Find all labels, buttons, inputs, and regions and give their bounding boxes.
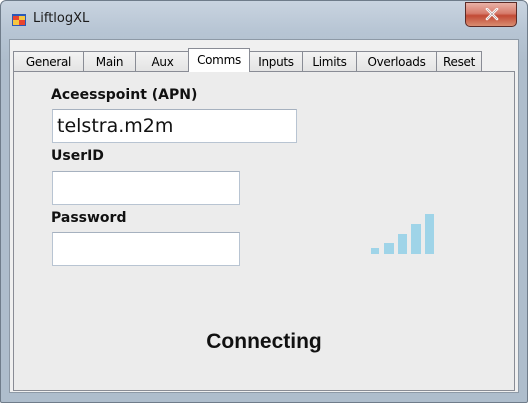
signal-bar xyxy=(425,214,434,254)
app-window: LiftlogXL General Main Aux Comms Inputs … xyxy=(0,0,528,403)
apn-label: Aceesspoint (APN) xyxy=(51,87,198,103)
password-label: Password xyxy=(51,210,127,226)
signal-strength-icon xyxy=(371,214,434,254)
tab-comms[interactable]: Comms xyxy=(188,48,250,72)
window-title: LiftlogXL xyxy=(33,11,90,26)
signal-bar xyxy=(384,243,394,254)
userid-input[interactable] xyxy=(52,171,240,205)
tab-overloads[interactable]: Overloads xyxy=(356,51,436,72)
signal-bar xyxy=(398,234,407,254)
userid-label: UserID xyxy=(51,148,104,164)
password-input[interactable] xyxy=(52,232,240,266)
signal-bar xyxy=(371,248,379,254)
tab-limits[interactable]: Limits xyxy=(302,51,356,72)
client-area: General Main Aux Comms Inputs Limits Ove… xyxy=(9,39,519,393)
comms-tab-panel: Aceesspoint (APN) UserID Password Connec… xyxy=(13,71,515,391)
close-icon xyxy=(485,8,499,21)
tab-inputs[interactable]: Inputs xyxy=(249,51,302,72)
close-button[interactable] xyxy=(465,2,517,27)
app-window-icon[interactable] xyxy=(12,13,26,26)
connection-status: Connecting xyxy=(206,330,322,353)
tab-reset[interactable]: Reset xyxy=(436,51,482,72)
tab-main[interactable]: Main xyxy=(83,51,135,72)
apn-input[interactable] xyxy=(52,109,297,143)
title-bar[interactable]: LiftlogXL xyxy=(1,1,527,37)
tab-aux[interactable]: Aux xyxy=(135,51,189,72)
tab-strip: General Main Aux Comms Inputs Limits Ove… xyxy=(13,48,482,72)
tab-general[interactable]: General xyxy=(13,51,83,72)
signal-bar xyxy=(411,224,421,254)
